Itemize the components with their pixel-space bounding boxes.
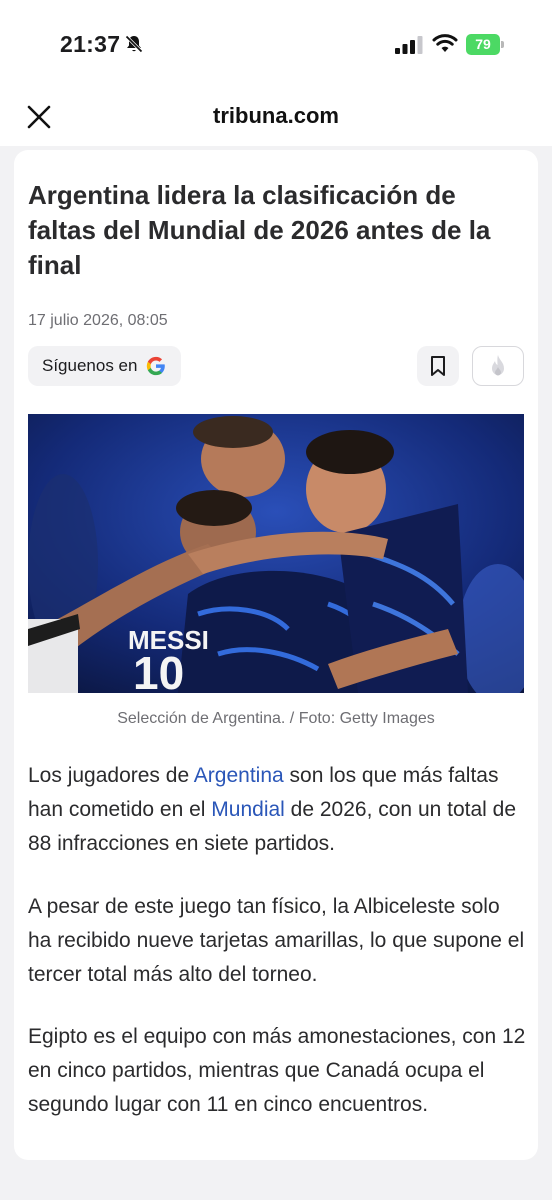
cellular-signal-icon: [395, 36, 423, 54]
article-paragraph: Egipto es el equipo con más amonestacion…: [28, 1025, 526, 1116]
fire-reaction-button[interactable]: [472, 346, 524, 386]
fire-icon: [492, 355, 504, 376]
article-photo: MESSI 10: [28, 414, 524, 693]
wifi-icon: [432, 34, 458, 52]
battery-cap: [501, 41, 504, 48]
site-title: tribuna.com: [213, 103, 339, 128]
article-title: Argentina lidera la clasificación de fal…: [28, 180, 491, 280]
image-caption: Selección de Argentina. / Foto: Getty Im…: [117, 710, 435, 727]
text: Los jugadores de: [28, 764, 194, 787]
article-date: 17 julio 2026, 08:05: [28, 312, 168, 329]
bell-muted-icon: [125, 35, 143, 53]
status-bar: 21:37 79: [0, 0, 552, 90]
battery-charging-icon: 79: [466, 34, 504, 55]
google-icon: [147, 356, 166, 376]
follow-label: Síguenos en: [42, 356, 138, 375]
svg-text:10: 10: [133, 647, 184, 693]
article-paragraph: A pesar de este juego tan físico, la Alb…: [28, 895, 525, 986]
follow-on-google-button[interactable]: Síguenos en: [28, 346, 182, 386]
mundial-link[interactable]: Mundial: [211, 798, 285, 821]
battery-level: 79: [466, 34, 500, 55]
status-time: 21:37: [60, 31, 121, 57]
article-paragraph: Los jugadores de Argentina son los que m…: [28, 759, 528, 861]
bookmark-icon: [431, 356, 445, 376]
argentina-link[interactable]: Argentina: [194, 764, 284, 787]
article-card: Argentina lidera la clasificación de fal…: [14, 150, 538, 1160]
bookmark-button[interactable]: [417, 346, 459, 386]
browser-header: tribuna.com: [0, 90, 552, 146]
